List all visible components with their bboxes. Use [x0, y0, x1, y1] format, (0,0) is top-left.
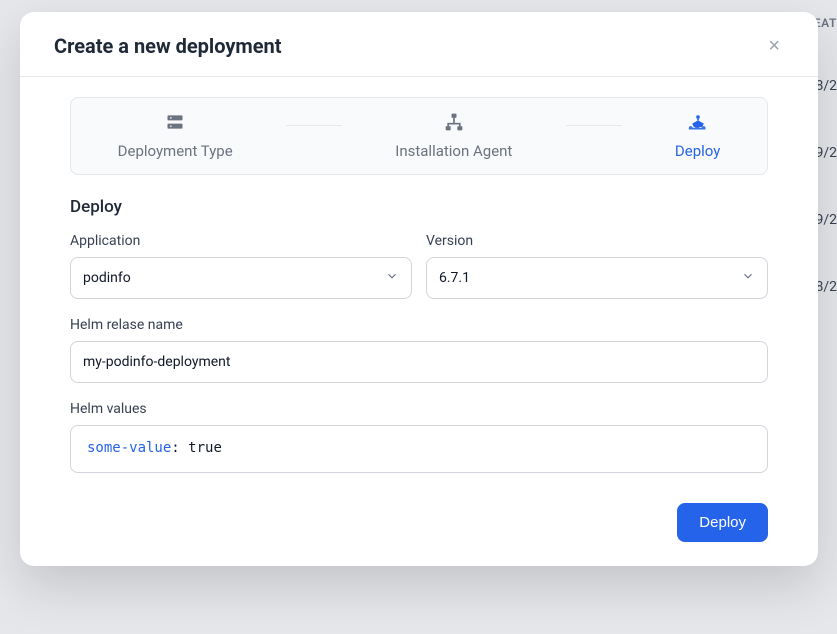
release-name-label: Helm relase name — [70, 317, 768, 333]
server-icon — [165, 112, 185, 136]
stepper: Deployment Type Installation Agent Deplo… — [70, 97, 768, 175]
version-label: Version — [426, 233, 768, 249]
chevron-down-icon — [741, 269, 755, 287]
sitemap-icon — [444, 112, 464, 136]
step-label: Deployment Type — [118, 142, 233, 160]
bg-row-fragment: 9/2 — [815, 145, 837, 161]
modal-body: Deployment Type Installation Agent Deplo… — [20, 77, 818, 473]
ship-icon — [688, 112, 708, 136]
deploy-button[interactable]: Deploy — [677, 503, 768, 542]
create-deployment-modal: Create a new deployment × Deployment Typ… — [20, 12, 818, 566]
helm-values-editor[interactable]: some-value: true — [70, 425, 768, 473]
application-label: Application — [70, 233, 412, 249]
modal-header: Create a new deployment × — [20, 12, 818, 77]
version-value: 6.7.1 — [439, 270, 470, 286]
step-separator — [566, 125, 622, 126]
step-installation-agent[interactable]: Installation Agent — [395, 112, 512, 160]
application-value: podinfo — [83, 270, 131, 286]
helm-values-label: Helm values — [70, 401, 768, 417]
step-label: Deploy — [675, 142, 720, 160]
yaml-rest: : true — [171, 440, 222, 456]
application-select[interactable]: podinfo — [70, 257, 412, 299]
modal-footer: Deploy — [20, 503, 818, 542]
bg-row-fragment: 9/2 — [815, 212, 837, 228]
step-label: Installation Agent — [395, 142, 512, 160]
bg-row-fragment: 8/2 — [815, 279, 837, 295]
yaml-key: some-value — [87, 440, 171, 456]
section-title: Deploy — [70, 197, 768, 217]
close-icon: × — [768, 35, 780, 57]
modal-title: Create a new deployment — [54, 34, 282, 58]
version-select[interactable]: 6.7.1 — [426, 257, 768, 299]
step-deploy[interactable]: Deploy — [675, 112, 720, 160]
bg-row-fragment: 8/2 — [815, 78, 837, 94]
close-button[interactable]: × — [764, 32, 784, 60]
step-separator — [286, 125, 342, 126]
release-name-input[interactable] — [70, 341, 768, 383]
chevron-down-icon — [385, 269, 399, 287]
step-deployment-type[interactable]: Deployment Type — [118, 112, 233, 160]
